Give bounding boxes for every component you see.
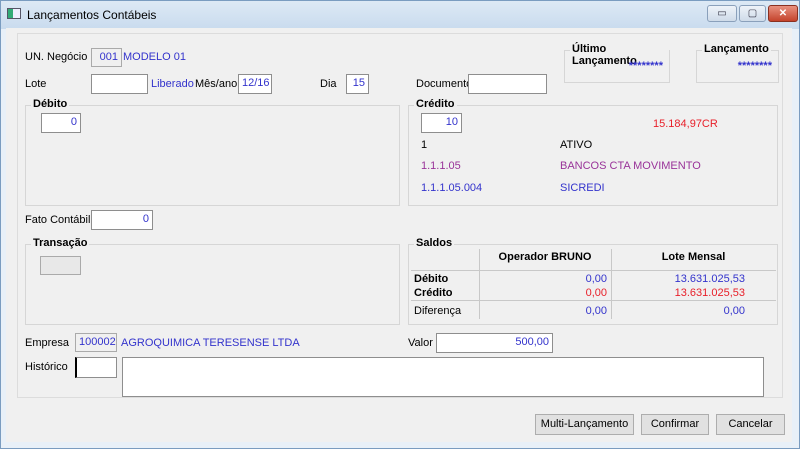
credito-label: Crédito (414, 98, 457, 110)
saldos-diferenca-lote: 0,00 (723, 305, 745, 317)
debito-label: Débito (31, 98, 70, 110)
row-divider (411, 270, 776, 271)
saldos-credito-op: 0,00 (585, 287, 607, 299)
historico-code-field[interactable] (75, 357, 117, 378)
window-title: Lançamentos Contábeis (27, 8, 157, 22)
lancamento-group: Lançamento ******** (696, 43, 779, 83)
lote-label: Lote (25, 78, 47, 90)
title-bar: Lançamentos Contábeis ▭ ▢ ✕ (1, 1, 799, 29)
minimize-button[interactable]: ▭ (707, 5, 737, 22)
un-negocio-name: MODELO 01 (123, 51, 186, 63)
saldos-label: Saldos (414, 237, 455, 249)
account-code: 1 (421, 139, 428, 151)
historico-text-area[interactable] (122, 357, 764, 397)
empresa-code-field[interactable]: 100002 (75, 333, 117, 352)
confirmar-button[interactable]: Confirmar (641, 414, 709, 435)
transacao-label: Transação (31, 237, 90, 249)
ultimo-lancamento-value: ******** (628, 60, 663, 72)
valor-label: Valor (408, 337, 433, 349)
row-divider (411, 300, 776, 301)
fato-contabil-label: Fato Contábil (25, 214, 91, 226)
account-name: ATIVO (560, 139, 593, 151)
lote-field[interactable] (91, 74, 148, 94)
empresa-name: AGROQUIMICA TERESENSE LTDA (121, 337, 300, 349)
credito-saldo: 15.184,97CR (653, 118, 718, 130)
transacao-group: Transação (25, 237, 400, 325)
un-negocio-code-field[interactable]: 001 (91, 48, 122, 67)
transacao-field[interactable] (40, 256, 81, 275)
un-negocio-label: UN. Negócio (25, 51, 88, 63)
lancamento-label: Lançamento (702, 43, 771, 55)
dia-label: Dia (320, 78, 337, 90)
credito-account-field[interactable]: 10 (421, 113, 462, 133)
fato-contabil-field[interactable]: 0 (91, 210, 153, 230)
lote-status: Liberado (151, 78, 194, 90)
saldos-debito-op: 0,00 (585, 273, 607, 285)
saldos-credito-lote: 13.631.025,53 (674, 287, 745, 299)
close-button[interactable]: ✕ (768, 5, 798, 22)
maximize-button[interactable]: ▢ (739, 5, 766, 22)
account-code: 1.1.1.05.004 (421, 182, 483, 194)
account-name: BANCOS CTA MOVIMENTO (560, 160, 701, 172)
empresa-label: Empresa (25, 337, 70, 349)
debito-account-field[interactable]: 0 (41, 113, 81, 133)
dia-field[interactable]: 15 (346, 74, 369, 94)
saldos-row-label: Crédito (414, 287, 453, 299)
saldos-diferenca-op: 0,00 (585, 305, 607, 317)
account-code: 1.1.1.05 (421, 160, 461, 172)
mes-ano-field[interactable]: 12/16 (238, 74, 272, 94)
documento-label: Documento (416, 78, 473, 90)
account-name: SICREDI (560, 182, 605, 194)
saldos-row-label: Débito (414, 273, 449, 285)
saldos-debito-lote: 13.631.025,53 (674, 273, 745, 285)
saldos-col-operador: Operador BRUNO (498, 251, 592, 263)
multi-lancamento-button[interactable]: Multi-Lançamento (535, 414, 634, 435)
app-icon (7, 8, 21, 19)
lancamento-value: ******** (737, 60, 772, 72)
saldos-row-label: Diferença (414, 305, 462, 317)
valor-field[interactable]: 500,00 (436, 333, 553, 353)
ultimo-lancamento-group: Último Lançamento ******** (564, 43, 670, 83)
historico-label: Histórico (25, 361, 68, 373)
documento-field[interactable] (468, 74, 547, 94)
cancelar-button[interactable]: Cancelar (716, 414, 785, 435)
mes-ano-label: Mês/ano (195, 78, 238, 90)
saldos-col-lote: Lote Mensal (661, 251, 726, 263)
debito-group: Débito (25, 98, 400, 206)
